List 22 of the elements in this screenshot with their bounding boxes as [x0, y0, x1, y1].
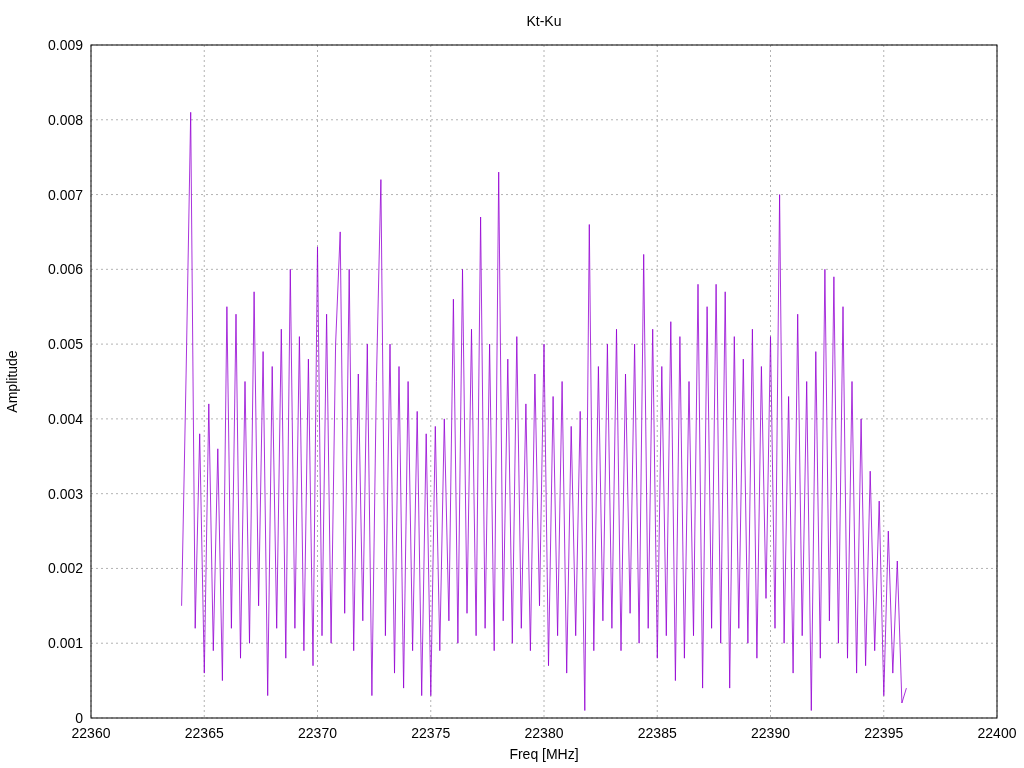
y-tick-label: 0.009 [47, 37, 83, 53]
y-tick-label: 0.007 [47, 186, 83, 203]
x-tick-label: 22400 [977, 725, 1017, 741]
x-tick-label: 22390 [751, 725, 790, 741]
y-tick-label: 0.004 [47, 410, 83, 427]
y-tick-label: 0.003 [47, 485, 83, 502]
x-tick-label: 22370 [298, 725, 337, 741]
y-axis-label: Amplitude [4, 350, 20, 413]
x-tick-label: 22385 [637, 725, 677, 741]
x-axis-label: Freq [MHz] [509, 746, 579, 762]
y-tick-label: 0.005 [47, 336, 83, 353]
y-tick-label: 0 [75, 710, 83, 726]
y-tick-label: 0.008 [47, 111, 83, 128]
x-tick-label: 22360 [71, 725, 111, 741]
x-tick-label: 22380 [524, 725, 564, 741]
x-tick-label: 22395 [864, 725, 904, 741]
x-tick-label: 22365 [184, 725, 224, 741]
chart-title: Kt-Ku [526, 13, 562, 29]
y-tick-label: 0.006 [47, 261, 83, 278]
y-tick-label: 0.001 [47, 635, 83, 652]
y-tick-label: 0.002 [47, 560, 83, 577]
x-tick-label: 22375 [411, 725, 451, 741]
